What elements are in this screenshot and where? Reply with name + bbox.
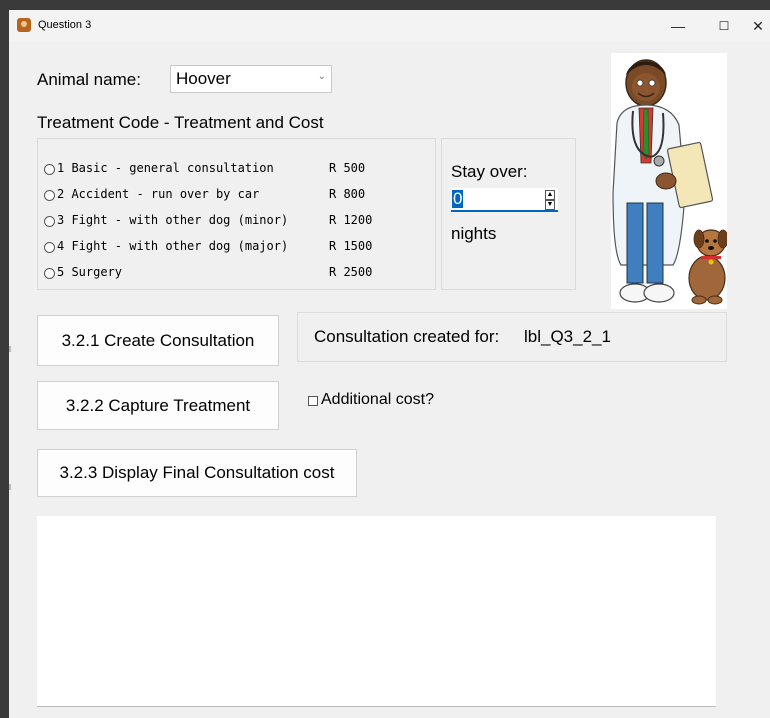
consultation-created-value: lbl_Q3_2_1 bbox=[524, 327, 611, 346]
treatment-option-cost: R 2500 bbox=[329, 265, 373, 279]
treatment-option-cost: R 1200 bbox=[329, 213, 373, 227]
left-edge-marker bbox=[9, 484, 11, 490]
spin-up-icon[interactable]: ▲ bbox=[545, 190, 555, 200]
minimize-button[interactable]: — bbox=[655, 10, 701, 42]
left-edge-marker bbox=[9, 346, 11, 352]
stay-over-label: Stay over: bbox=[451, 162, 528, 181]
treatment-options-panel: 1 Basic - general consultation R 500 2 A… bbox=[37, 138, 436, 290]
treatment-option-label: 4 Fight - with other dog (major) bbox=[57, 239, 289, 253]
create-consultation-button[interactable]: 3.2.1 Create Consultation bbox=[37, 315, 279, 366]
display-final-cost-button[interactable]: 3.2.3 Display Final Consultation cost bbox=[37, 449, 357, 497]
title-bar: Question 3 — ☐ ✕ bbox=[9, 10, 770, 42]
consultation-status-panel: Consultation created for: lbl_Q3_2_1 bbox=[297, 312, 727, 362]
close-button[interactable]: ✕ bbox=[746, 10, 770, 42]
treatment-option-cost: R 800 bbox=[329, 187, 366, 201]
animal-name-label: Animal name: bbox=[37, 70, 141, 89]
treatment-option-label: 1 Basic - general consultation bbox=[57, 161, 274, 175]
animal-name-value: Hoover bbox=[176, 69, 231, 88]
radio-icon[interactable] bbox=[44, 190, 55, 201]
checkbox-icon[interactable] bbox=[308, 396, 318, 406]
nights-label: nights bbox=[451, 224, 497, 243]
app-window: Question 3 — ☐ ✕ Animal name: Hoover ⌄ T… bbox=[9, 10, 770, 718]
output-display-area[interactable] bbox=[37, 516, 716, 707]
animal-name-combobox[interactable]: Hoover ⌄ bbox=[170, 65, 332, 93]
additional-cost-label: Additional cost? bbox=[321, 391, 434, 408]
window-title: Question 3 bbox=[38, 19, 92, 31]
treatment-heading: Treatment Code - Treatment and Cost bbox=[37, 113, 324, 132]
radio-icon[interactable] bbox=[44, 242, 55, 253]
radio-icon[interactable] bbox=[44, 216, 55, 227]
vet-with-dog-icon bbox=[612, 59, 729, 305]
treatment-option-label: 2 Accident - run over by car bbox=[57, 187, 260, 201]
treatment-option-label: 3 Fight - with other dog (minor) bbox=[57, 213, 289, 227]
chevron-down-icon[interactable]: ⌄ bbox=[318, 71, 326, 82]
treatment-option-cost: R 1500 bbox=[329, 239, 373, 253]
vet-picture bbox=[611, 53, 729, 309]
radio-icon[interactable] bbox=[44, 164, 55, 175]
spin-down-icon[interactable]: ▼ bbox=[545, 200, 555, 210]
maximize-button[interactable]: ☐ bbox=[701, 10, 747, 42]
radio-icon[interactable] bbox=[44, 268, 55, 279]
vet-app-icon bbox=[17, 18, 31, 32]
capture-treatment-button[interactable]: 3.2.2 Capture Treatment bbox=[37, 381, 279, 430]
treatment-option-label: 5 Surgery bbox=[57, 265, 123, 279]
consultation-created-label: Consultation created for: bbox=[314, 327, 500, 346]
stay-over-panel bbox=[441, 138, 576, 290]
stay-over-value[interactable]: 0 bbox=[452, 190, 464, 208]
stay-over-spinner[interactable]: 0 ▲ ▼ bbox=[451, 188, 558, 212]
treatment-option-cost: R 500 bbox=[329, 161, 366, 175]
